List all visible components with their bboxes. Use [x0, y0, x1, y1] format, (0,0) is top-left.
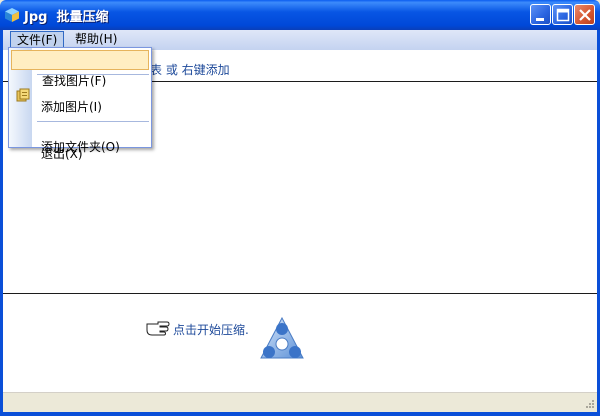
close-icon	[579, 9, 591, 21]
menu-item-label: 退出(X)	[41, 147, 83, 161]
window-title: Jpg 批量压缩	[24, 10, 109, 25]
add-hint-text: 表 或 右键添加	[150, 63, 230, 77]
pointing-hand-icon[interactable]	[146, 318, 170, 336]
start-compress-hint[interactable]: 点击开始压缩.	[173, 321, 249, 338]
title-bar[interactable]: Jpg 批量压缩	[0, 0, 600, 30]
menu-separator	[37, 74, 149, 75]
menu-item-add-image[interactable]: 添加图片(I)	[11, 77, 149, 114]
window-frame-bottom	[0, 412, 600, 416]
maximize-icon	[556, 8, 570, 22]
minimize-button[interactable]	[530, 4, 551, 25]
resize-grip-icon[interactable]	[581, 397, 595, 411]
menu-item-find-images[interactable]: 查找图片(F)	[11, 50, 149, 88]
menu-separator	[37, 121, 149, 122]
close-button[interactable]	[574, 4, 595, 25]
bottom-panel: 点击开始压缩.	[3, 294, 597, 392]
minimize-icon	[536, 18, 544, 21]
menu-item-exit[interactable]: 退出(X)	[11, 124, 149, 161]
status-bar	[3, 392, 597, 413]
app-window: Jpg 批量压缩 文件(F) 帮助(H) 表 或 右键添加 点击开始压缩. 查找…	[0, 0, 600, 416]
maximize-button[interactable]	[552, 4, 573, 25]
triangle-logo-icon[interactable]	[259, 316, 305, 362]
menu-item-add-folder[interactable]: 添加文件夹(O)	[11, 88, 149, 154]
file-menu-dropdown: 查找图片(F) 添加图片(I) 添加文件夹(O) 退出(X)	[8, 47, 152, 161]
cube-icon	[5, 8, 19, 22]
folder-icon	[16, 88, 30, 102]
